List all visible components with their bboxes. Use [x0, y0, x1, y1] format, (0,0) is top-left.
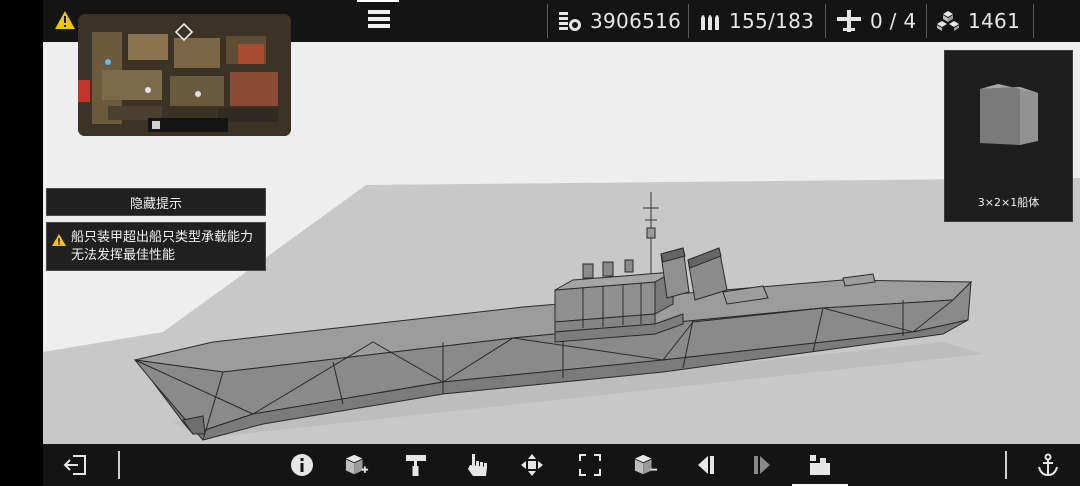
anchor-icon[interactable] [1036, 453, 1060, 477]
exit-icon[interactable] [63, 453, 87, 477]
shells-icon [699, 10, 721, 32]
divider [547, 4, 548, 38]
remove-block-icon[interactable] [634, 453, 658, 477]
selected-part-panel[interactable]: 3×2×1船体 [944, 50, 1073, 222]
materials-display: 1461 [936, 0, 1020, 42]
credits-value: 3906516 [590, 9, 682, 33]
divider [1005, 451, 1007, 479]
divider [688, 4, 689, 38]
hamburger-menu-icon[interactable] [368, 10, 390, 30]
divider [118, 451, 120, 479]
resize-frame-icon[interactable] [578, 453, 602, 477]
materials-value: 1461 [968, 9, 1021, 33]
cubes-icon [936, 10, 960, 32]
active-tab-underline [357, 0, 399, 2]
info-icon[interactable] [290, 453, 314, 477]
next-icon[interactable] [750, 453, 774, 477]
add-block-icon[interactable] [345, 453, 369, 477]
bottom-toolbar [43, 444, 1080, 486]
prev-icon[interactable] [694, 453, 718, 477]
divider [1033, 4, 1034, 38]
part-label: 3×2×1船体 [977, 196, 1040, 209]
credits-display: 3906516 [558, 0, 681, 42]
move-arrows-icon[interactable] [520, 453, 544, 477]
aircraft-display: 0 / 4 [836, 0, 916, 42]
divider [825, 4, 826, 38]
warning-text: 船只装甲超出船只类型承载能力无法发挥最佳性能 [71, 230, 254, 263]
hand-icon[interactable] [465, 453, 489, 477]
paint-roller-icon[interactable] [404, 453, 428, 477]
minimap[interactable] [78, 14, 291, 136]
divider [926, 4, 927, 38]
warning-icon[interactable] [54, 10, 76, 30]
aircraft-value: 0 / 4 [870, 9, 917, 33]
ammo-display: 155/183 [699, 0, 814, 42]
parts-icon[interactable] [808, 453, 832, 477]
ammo-value: 155/183 [729, 9, 815, 33]
hide-tips-button[interactable]: 隐藏提示 [46, 188, 266, 216]
plane-icon [836, 9, 862, 33]
hide-tips-label: 隐藏提示 [129, 196, 182, 212]
armor-warning-tip: 船只装甲超出船只类型承载能力无法发挥最佳性能 [46, 222, 266, 271]
hull-block-preview [980, 84, 1038, 145]
coin-stack-icon [558, 10, 582, 32]
warning-icon [51, 233, 67, 253]
